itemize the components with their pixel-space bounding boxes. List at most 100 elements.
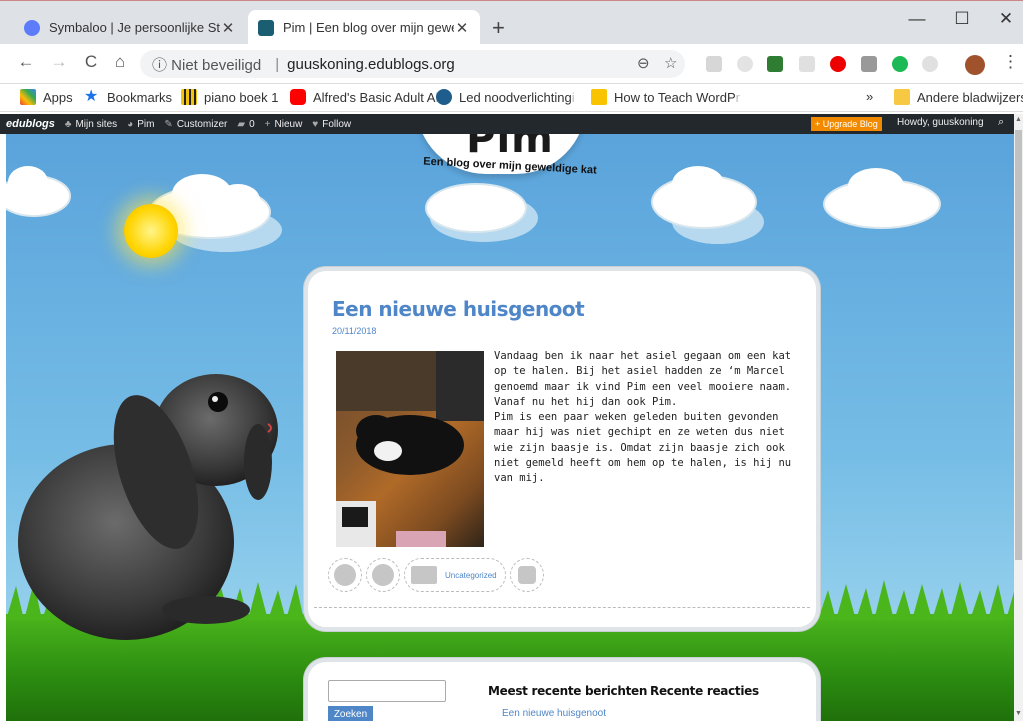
folder-icon [894,89,910,105]
recent-comments-title: Recente reacties [650,684,759,698]
tab-close-icon[interactable]: ✕ [454,19,470,37]
new-tab-button[interactable]: + [492,17,505,39]
tab-pim-blog[interactable]: Pim | Een blog over mijn geweldi ✕ [248,10,480,45]
post-meta-row: Uncategorized [328,557,548,593]
admin-new[interactable]: + Nieuw [265,119,303,130]
forward-button[interactable]: → [47,52,71,72]
bookmark-star-icon[interactable]: ☆ [664,54,677,72]
admin-my-sites[interactable]: ♣ Mijn sites [65,119,117,130]
other-bookmarks[interactable]: Andere bladwijzers [894,89,1023,105]
rabbit-illustration [18,374,278,640]
edit-icon [517,566,536,584]
security-indicator[interactable]: ⓘ Niet beveiligd [152,54,261,75]
profile-avatar[interactable] [965,55,985,75]
bookmark-alfred[interactable]: Alfred's Basic Adult Al [290,89,438,105]
symbaloo-favicon-icon [24,19,40,36]
comments-link[interactable] [366,558,400,592]
bookmark-piano[interactable]: piano boek 1 [181,89,278,105]
recent-posts-title: Meest recente berichten [488,684,648,698]
admin-site-pim[interactable]: ◕ Pim [127,119,154,130]
address-bar[interactable]: ⓘ Niet beveiligd | guuskoning.edublogs.o… [140,50,685,78]
cloud-illustration [823,168,941,229]
minimize-button[interactable]: — [902,9,932,29]
image-extension-icon[interactable] [767,56,783,72]
author-avatar[interactable] [328,558,362,592]
cat-photo-drawing [336,351,484,547]
blog-post-card: Een nieuwe huisgenoot 20/11/2018 Vandaag… [304,267,820,631]
category-link[interactable]: Uncategorized [404,558,506,592]
admin-customizer[interactable]: ✎ Customizer [164,119,227,130]
close-window-button[interactable]: ✕ [991,9,1021,29]
led-icon [436,89,452,105]
admin-comments[interactable]: ▰ 0 [237,119,254,130]
search-input[interactable] [328,680,446,702]
scroll-down-arrow-icon[interactable]: ▼ [1014,710,1023,717]
post-content: Vandaag ben ik naar het asiel gegaan om … [494,349,804,487]
blog-page: Pim Een blog over mijn geweldige kat Een… [6,134,1014,721]
cloud-illustration [6,166,71,217]
opera-extension-icon[interactable] [830,56,846,72]
site-title[interactable]: Pim [6,134,1014,162]
plus-icon: + [264,118,271,130]
folder-icon [411,566,437,584]
mail-extension-icon[interactable] [799,56,815,72]
piano-icon [181,89,197,105]
post-date[interactable]: 20/11/2018 [332,326,376,336]
pdf-extension-icon[interactable] [706,56,722,72]
tab-close-icon[interactable]: ✕ [220,19,236,37]
maximize-button[interactable]: ☐ [947,9,977,29]
cloud-illustration [425,183,538,242]
url-separator: | [275,55,280,73]
comment-icon: ▰ [237,118,246,130]
reload-button[interactable]: C [79,52,103,72]
scrollbar-thumb[interactable] [1015,130,1022,560]
edublogs-logo[interactable]: edublogs [6,118,55,130]
user-icon [334,564,356,586]
b-icon [591,89,607,105]
zoom-icon[interactable]: ⊖ [637,54,650,72]
search-button[interactable]: Zoeken [328,706,373,721]
category-label[interactable]: Uncategorized [445,571,497,580]
admin-follow[interactable]: ♥ Follow [312,119,351,130]
upgrade-blog-button[interactable]: + Upgrade Blog [811,117,882,131]
post-title[interactable]: Een nieuwe huisgenoot [332,297,585,321]
url-text[interactable]: guuskoning.edublogs.org [287,56,455,73]
browser-menu-icon[interactable]: ⋮ [1002,52,1019,72]
cat-photo[interactable] [336,351,484,547]
admin-search-icon[interactable]: ⌕ [998,116,1004,129]
bookmark-wordpress[interactable]: How to Teach WordP r [591,89,740,105]
back-button[interactable]: ← [14,52,38,72]
apps-grid-icon [20,89,36,105]
sun-icon [124,204,178,258]
extension-icon[interactable] [737,56,753,72]
comments-icon [372,564,394,586]
bookmark-led[interactable]: Led noodverlichting i [436,89,575,105]
edublogs-favicon-icon [258,19,274,36]
shield-extension-icon[interactable] [861,56,877,72]
dashboard-icon: ◕ [127,118,134,130]
home-button[interactable]: ⌂ [108,52,132,72]
tab-strip: Symbaloo | Je persoonlijke Startp ✕ Pim … [0,0,1023,45]
bookmarks-bar: Apps ★ Bookmarks piano boek 1 Alfred's B… [0,84,1023,112]
post-divider [314,607,810,608]
bookmarks-overflow-button[interactable]: » [866,89,873,104]
recent-post-link[interactable]: Een nieuwe huisgenoot [502,708,606,719]
post-paragraph: Vandaag ben ik naar het asiel gegaan om … [494,350,792,408]
brush-icon: ✎ [164,118,173,130]
heart-icon: ♥ [312,118,319,130]
tab-title: Symbaloo | Je persoonlijke Startp [49,20,220,35]
cloud-illustration [651,166,764,244]
scroll-up-arrow-icon[interactable]: ▲ [1014,116,1023,123]
howdy-account-menu[interactable]: Howdy, guuskoning [897,117,984,128]
vpn-extension-icon[interactable] [892,56,908,72]
sites-icon: ♣ [64,118,72,130]
browser-toolbar: ← → C ⌂ ⓘ Niet beveiligd | guuskoning.ed… [0,44,1023,84]
tab-symbaloo[interactable]: Symbaloo | Je persoonlijke Startp ✕ [14,10,246,45]
edit-post-link[interactable] [509,558,544,592]
sidebar-widgets-card: Zoeken Meest recente berichten Recente r… [304,658,820,721]
extension-dots-icon[interactable] [922,56,938,72]
tab-title: Pim | Een blog over mijn geweldi [283,20,454,35]
page-scrollbar[interactable]: ▲ ▼ [1014,114,1023,721]
bookmark-bookmarks[interactable]: ★ Bookmarks [84,89,172,105]
bookmark-apps[interactable]: Apps [20,89,73,105]
